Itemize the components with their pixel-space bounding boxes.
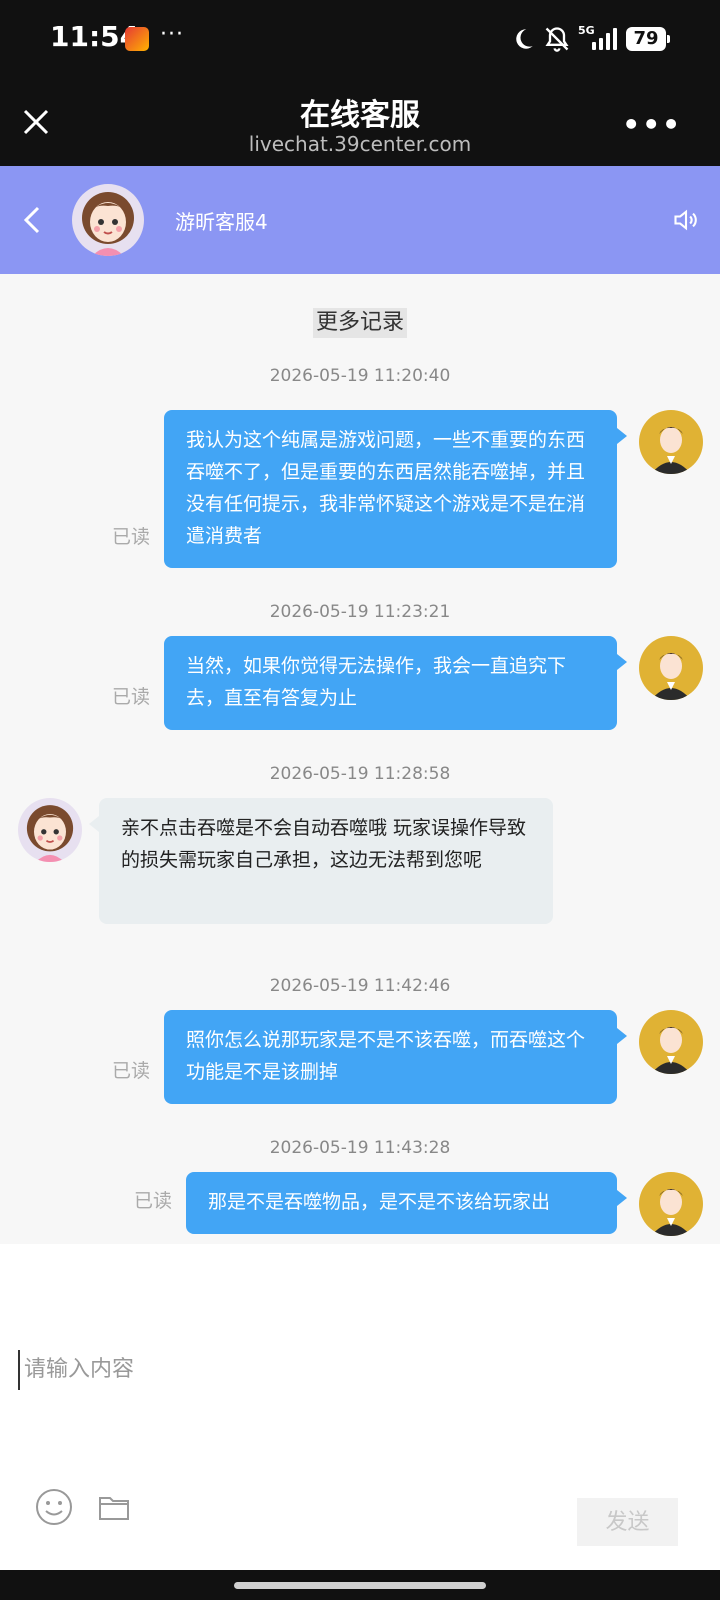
read-status: 已读 — [112, 686, 151, 708]
user-avatar — [639, 636, 703, 700]
agent-name: 游昕客服4 — [175, 210, 268, 234]
user-message-bubble: 当然，如果你觉得无法操作，我会一直追究下去，直至有答复为止 — [164, 636, 627, 730]
user-message-bubble: 那是不是吞噬物品，是不是不该给玩家出 — [186, 1172, 627, 1234]
user-avatar — [639, 1172, 703, 1236]
browser-header: 在线客服 livechat.39center.com ••• — [0, 80, 720, 166]
agent-avatar — [18, 798, 82, 862]
battery-icon: 79 — [626, 27, 670, 51]
message-composer: 请输入内容 发送 — [0, 1244, 720, 1570]
emoji-icon[interactable] — [35, 1488, 73, 1526]
more-menu-icon[interactable]: ••• — [622, 108, 682, 141]
signal-strength-icon — [592, 26, 617, 50]
more-notifications-icon: ··· — [160, 22, 184, 47]
agent-message-bubble: 亲不点击吞噬是不会自动吞噬哦 玩家误操作导致的损失需玩家自己承担，这边无法帮到您… — [89, 798, 553, 924]
user-message-bubble: 我认为这个纯属是游戏问题，一些不重要的东西吞噬不了，但是重要的东西居然能吞噬掉，… — [164, 410, 627, 568]
do-not-disturb-moon-icon — [516, 29, 533, 49]
message-timestamp: 2026-05-19 11:42:46 — [269, 976, 451, 996]
read-status: 已读 — [134, 1190, 173, 1212]
page-title: 在线客服 — [300, 98, 420, 133]
app-notification-icon — [125, 27, 149, 51]
send-button[interactable]: 发送 — [577, 1498, 678, 1546]
user-avatar — [639, 1010, 703, 1074]
read-status: 已读 — [112, 526, 151, 548]
back-arrow-icon[interactable] — [22, 204, 42, 236]
read-status: 已读 — [112, 1060, 151, 1082]
message-timestamp: 2026-05-19 11:23:21 — [269, 602, 451, 622]
page-url: livechat.39center.com — [248, 132, 472, 156]
muted-bell-icon — [545, 27, 569, 52]
speaker-icon[interactable] — [672, 206, 700, 234]
folder-icon[interactable] — [98, 1492, 130, 1522]
home-gesture-handle[interactable] — [234, 1582, 486, 1589]
user-avatar — [639, 410, 703, 474]
message-input[interactable]: 请输入内容 — [18, 1350, 698, 1390]
agent-avatar — [72, 184, 144, 256]
message-timestamp: 2026-05-19 11:43:28 — [269, 1138, 451, 1158]
status-bar: 11:54 ··· 5G 79 — [0, 0, 720, 80]
message-timestamp: 2026-05-19 11:28:58 — [269, 764, 451, 784]
chat-header: 游昕客服4 — [0, 166, 720, 274]
system-nav-bar — [0, 1570, 720, 1600]
more-records-link[interactable]: 更多记录 — [313, 308, 408, 338]
user-message-bubble: 照你怎么说那玩家是不是不该吞噬，而吞噬这个功能是不是该删掉 — [164, 1010, 627, 1104]
message-timestamp: 2026-05-19 11:20:40 — [269, 366, 451, 386]
chat-area[interactable]: 更多记录 2026-05-19 11:20:40 已读 我认为这个纯属是游戏问题… — [0, 274, 720, 1244]
